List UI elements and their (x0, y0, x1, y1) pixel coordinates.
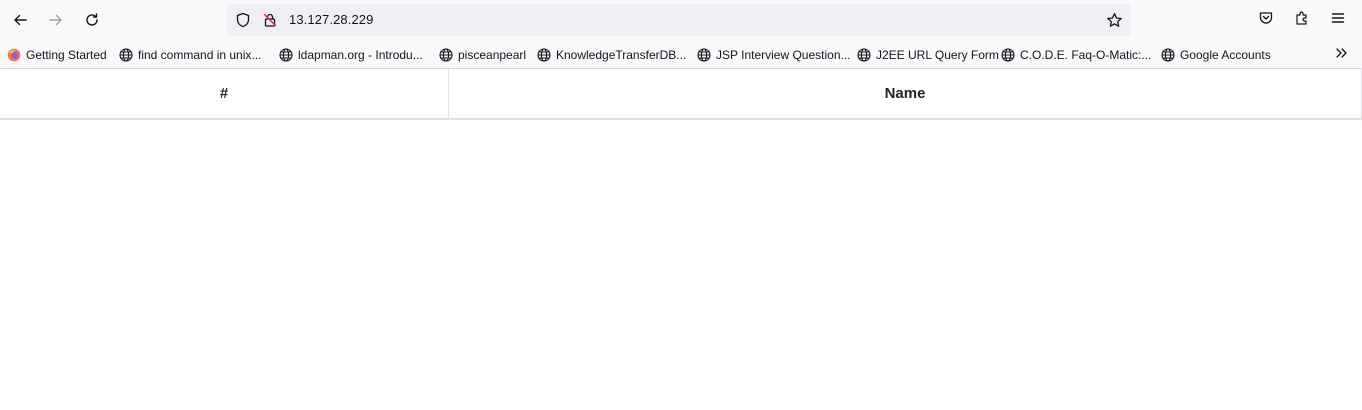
reload-icon (84, 12, 100, 28)
globe-icon (1001, 48, 1015, 62)
bookmark-item[interactable]: Google Accounts (1161, 46, 1271, 64)
bookmark-label: JSP Interview Question... (716, 48, 851, 62)
chevron-double-right-icon (1334, 46, 1348, 65)
bookmarks-toolbar: Getting Started find command in unix... … (0, 40, 1362, 69)
bookmark-item[interactable]: Getting Started (7, 46, 107, 64)
bookmark-label: J2EE URL Query Form (876, 48, 999, 62)
firefox-icon (7, 48, 21, 62)
bookmark-item[interactable]: pisceanpearl (439, 46, 526, 64)
extensions-button[interactable] (1290, 8, 1314, 32)
pocket-button[interactable] (1254, 8, 1278, 32)
forward-button[interactable] (42, 6, 70, 34)
globe-icon (439, 48, 453, 62)
globe-icon (279, 48, 293, 62)
bookmark-star-icon[interactable] (1105, 11, 1123, 29)
bookmark-label: ldapman.org - Introdu... (298, 48, 423, 62)
bookmarks-overflow-button[interactable] (1330, 44, 1352, 66)
globe-icon (1161, 48, 1175, 62)
bookmark-item[interactable]: ldapman.org - Introdu... (279, 46, 423, 64)
bookmark-item[interactable]: JSP Interview Question... (697, 46, 851, 64)
table-header-row: # Name (0, 69, 1362, 120)
navigation-toolbar: 13.127.28.229 (0, 0, 1362, 40)
globe-icon (119, 48, 133, 62)
bookmark-label: C.O.D.E. Faq-O-Matic:... (1020, 48, 1152, 62)
globe-icon (697, 48, 711, 62)
insecure-lock-icon[interactable] (261, 11, 279, 29)
puzzle-icon (1294, 10, 1310, 31)
shield-icon[interactable] (234, 11, 252, 29)
hamburger-menu-icon (1330, 10, 1346, 31)
column-header-number: # (0, 69, 449, 118)
bookmark-label: Google Accounts (1180, 48, 1271, 62)
browser-window: 13.127.28.229 Getting Started find comma… (0, 0, 1362, 410)
bookmark-label: find command in unix... (138, 48, 262, 62)
reload-button[interactable] (78, 6, 106, 34)
url-bar[interactable]: 13.127.28.229 (227, 4, 1131, 36)
bookmark-item[interactable]: find command in unix... (119, 46, 261, 64)
bookmark-item[interactable]: C.O.D.E. Faq-O-Matic:... (1001, 46, 1151, 64)
bookmark-item[interactable]: J2EE URL Query Form (857, 46, 999, 64)
arrow-right-icon (48, 12, 64, 28)
pocket-icon (1258, 10, 1274, 31)
back-button[interactable] (6, 6, 34, 34)
bookmark-label: pisceanpearl (458, 48, 527, 62)
bookmark-item[interactable]: KnowledgeTransferDB... (537, 46, 686, 64)
bookmark-label: Getting Started (26, 48, 107, 62)
column-header-name: Name (884, 85, 926, 102)
url-text[interactable]: 13.127.28.229 (289, 12, 373, 27)
page-content: # Name (0, 69, 1362, 410)
menu-button[interactable] (1326, 8, 1350, 32)
arrow-left-icon (12, 12, 28, 28)
globe-icon (857, 48, 871, 62)
bookmark-label: KnowledgeTransferDB... (556, 48, 687, 62)
globe-icon (537, 48, 551, 62)
